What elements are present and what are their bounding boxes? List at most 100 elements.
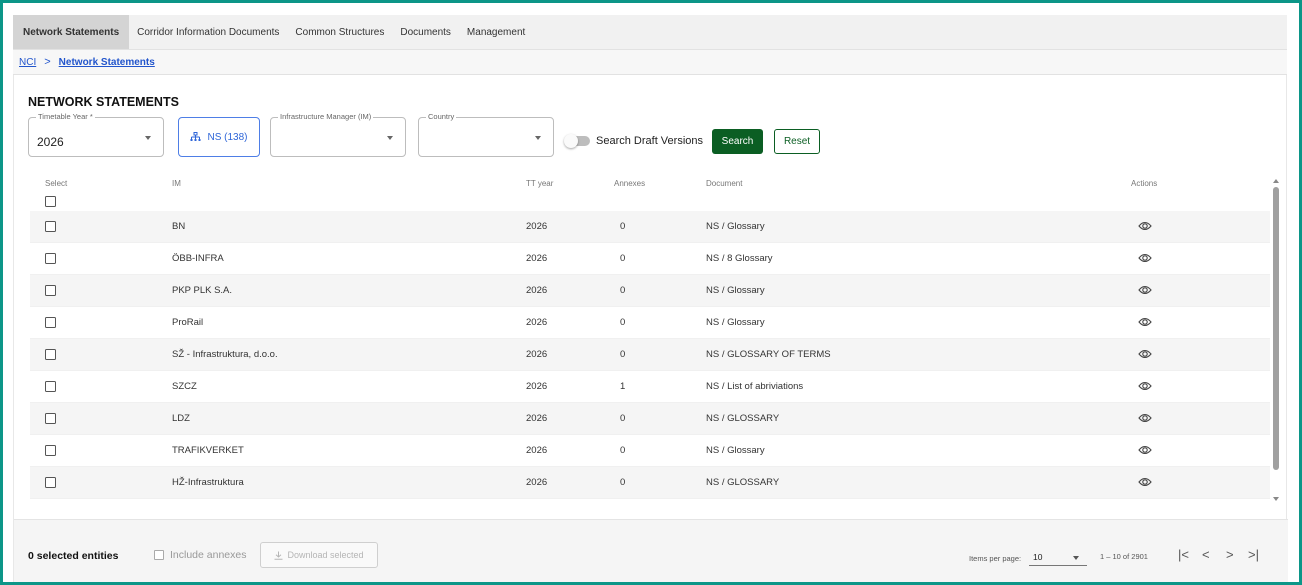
items-per-page-label: Items per page:	[969, 554, 1022, 563]
view-eye-icon[interactable]	[1138, 380, 1152, 392]
download-selected-label: Download selected	[287, 550, 364, 560]
breadcrumb-root-link[interactable]: NCI	[19, 57, 36, 68]
header-im: IM	[172, 179, 181, 188]
cell-tt-year: 2026	[526, 221, 548, 232]
first-page-button[interactable]: |<	[1178, 547, 1189, 562]
row-checkbox[interactable]	[45, 413, 56, 424]
network-statements-table: Select IM TT year Annexes Document Actio…	[30, 175, 1270, 499]
table-row: TRAFIKVERKET 2026 0 NS / Glossary	[30, 435, 1270, 467]
cell-tt-year: 2026	[526, 349, 548, 360]
row-checkbox[interactable]	[45, 477, 56, 488]
chevron-down-icon	[535, 136, 541, 140]
row-checkbox[interactable]	[45, 381, 56, 392]
table-row: ProRail 2026 0 NS / Glossary	[30, 307, 1270, 339]
header-document: Document	[706, 179, 743, 188]
include-annexes-label: Include annexes	[170, 549, 247, 561]
scroll-down-arrow[interactable]	[1273, 497, 1279, 501]
last-page-button[interactable]: >|	[1248, 547, 1259, 562]
cell-annexes: 0	[620, 317, 626, 328]
view-eye-icon[interactable]	[1138, 476, 1152, 488]
view-eye-icon[interactable]	[1138, 284, 1152, 296]
cell-im: TRAFIKVERKET	[172, 445, 244, 456]
search-button[interactable]: Search	[712, 129, 763, 154]
next-page-button[interactable]: >	[1226, 547, 1234, 562]
view-eye-icon[interactable]	[1138, 252, 1152, 264]
tab-network-statements[interactable]: Network Statements	[13, 15, 130, 49]
cell-document: NS / GLOSSARY	[706, 413, 780, 424]
row-checkbox[interactable]	[45, 285, 56, 296]
cell-annexes: 1	[620, 381, 626, 392]
infrastructure-manager-select[interactable]: Infrastructure Manager (IM)	[270, 112, 406, 157]
pagination-range: 1 – 10 of 2901	[1100, 552, 1148, 561]
cell-im: BN	[172, 221, 186, 232]
header-annexes: Annexes	[614, 179, 646, 188]
table-row: BN 2026 0 NS / Glossary	[30, 211, 1270, 243]
draft-versions-toggle[interactable]	[564, 134, 590, 148]
view-eye-icon[interactable]	[1138, 348, 1152, 360]
cell-im: LDZ	[172, 413, 190, 424]
table-row: SŽ - Infrastruktura, d.o.o. 2026 0 NS / GLO…	[30, 339, 1270, 371]
table-footer: 0 selected entities Include annexes Down…	[14, 519, 1288, 582]
country-label: Country	[426, 112, 457, 121]
country-select[interactable]: Country	[418, 112, 554, 157]
cell-annexes: 0	[620, 477, 626, 488]
ns-button-label: NS (138)	[207, 131, 248, 143]
row-checkbox[interactable]	[45, 349, 56, 360]
scroll-up-arrow[interactable]	[1273, 179, 1279, 183]
cell-tt-year: 2026	[526, 317, 548, 328]
cell-annexes: 0	[620, 221, 626, 232]
table-row: ÖBB-INFRA 2026 0 NS / 8 Glossary	[30, 243, 1270, 275]
cell-annexes: 0	[620, 285, 626, 296]
reset-button[interactable]: Reset	[774, 129, 820, 154]
cell-tt-year: 2026	[526, 445, 548, 456]
cell-document: NS / Glossary	[706, 285, 765, 296]
cell-tt-year: 2026	[526, 285, 548, 296]
row-checkbox[interactable]	[45, 317, 56, 328]
include-annexes-checkbox[interactable]	[154, 550, 164, 560]
header-select: Select	[45, 179, 68, 188]
cell-document: NS / Glossary	[706, 317, 765, 328]
chevron-down-icon	[387, 136, 393, 140]
items-per-page-value: 10	[1033, 552, 1043, 562]
select-all-checkbox[interactable]	[45, 196, 56, 207]
timetable-year-select[interactable]: Timetable Year * 2026	[28, 112, 164, 157]
cell-tt-year: 2026	[526, 381, 548, 392]
chevron-down-icon	[1073, 556, 1079, 560]
chevron-down-icon	[145, 136, 151, 140]
table-body: BN 2026 0 NS / Glossary ÖBB-INFRA 2026 0 NS / 8…	[30, 211, 1270, 499]
tab-management[interactable]: Management	[459, 15, 533, 49]
items-per-page-select[interactable]: 10	[1029, 548, 1087, 566]
top-nav: Network Statements Corridor Information …	[13, 15, 1287, 49]
table-scrollbar[interactable]	[1272, 175, 1280, 509]
cell-document: NS / List of abriviations	[706, 381, 804, 392]
row-checkbox[interactable]	[45, 445, 56, 456]
table-row: HŽ-Infrastruktura 2026 0 NS / GLOSSARY	[30, 467, 1270, 499]
row-checkbox[interactable]	[45, 253, 56, 264]
view-eye-icon[interactable]	[1138, 316, 1152, 328]
breadcrumb-current-link[interactable]: Network Statements	[59, 57, 155, 68]
table-header: Select IM TT year Annexes Document Actio…	[30, 175, 1270, 211]
table-row: PKP PLK S.A. 2026 0 NS / Glossary	[30, 275, 1270, 307]
tab-corridor-information-documents[interactable]: Corridor Information Documents	[129, 15, 287, 49]
header-actions: Actions	[1131, 179, 1158, 188]
cell-im: ProRail	[172, 317, 204, 328]
tab-common-structures[interactable]: Common Structures	[287, 15, 392, 49]
main-panel: NETWORK STATEMENTS Timetable Year * 2026…	[13, 75, 1288, 582]
cell-im: SŽ - Infrastruktura, d.o.o.	[172, 349, 278, 360]
previous-page-button[interactable]: <	[1202, 547, 1210, 562]
cell-tt-year: 2026	[526, 253, 548, 264]
tab-documents[interactable]: Documents	[392, 15, 459, 49]
ns-tree-button[interactable]: NS (138)	[178, 117, 260, 157]
view-eye-icon[interactable]	[1138, 220, 1152, 232]
row-checkbox[interactable]	[45, 221, 56, 232]
cell-im: PKP PLK S.A.	[172, 285, 233, 296]
timetable-year-label: Timetable Year *	[36, 112, 95, 121]
app-window: Network Statements Corridor Information …	[3, 3, 1299, 582]
toggle-knob	[564, 134, 578, 148]
scroll-thumb[interactable]	[1273, 187, 1279, 470]
view-eye-icon[interactable]	[1138, 444, 1152, 456]
view-eye-icon[interactable]	[1138, 412, 1152, 424]
download-selected-button[interactable]: Download selected	[260, 542, 378, 568]
download-icon	[274, 551, 283, 560]
cell-im: ÖBB-INFRA	[172, 253, 224, 264]
